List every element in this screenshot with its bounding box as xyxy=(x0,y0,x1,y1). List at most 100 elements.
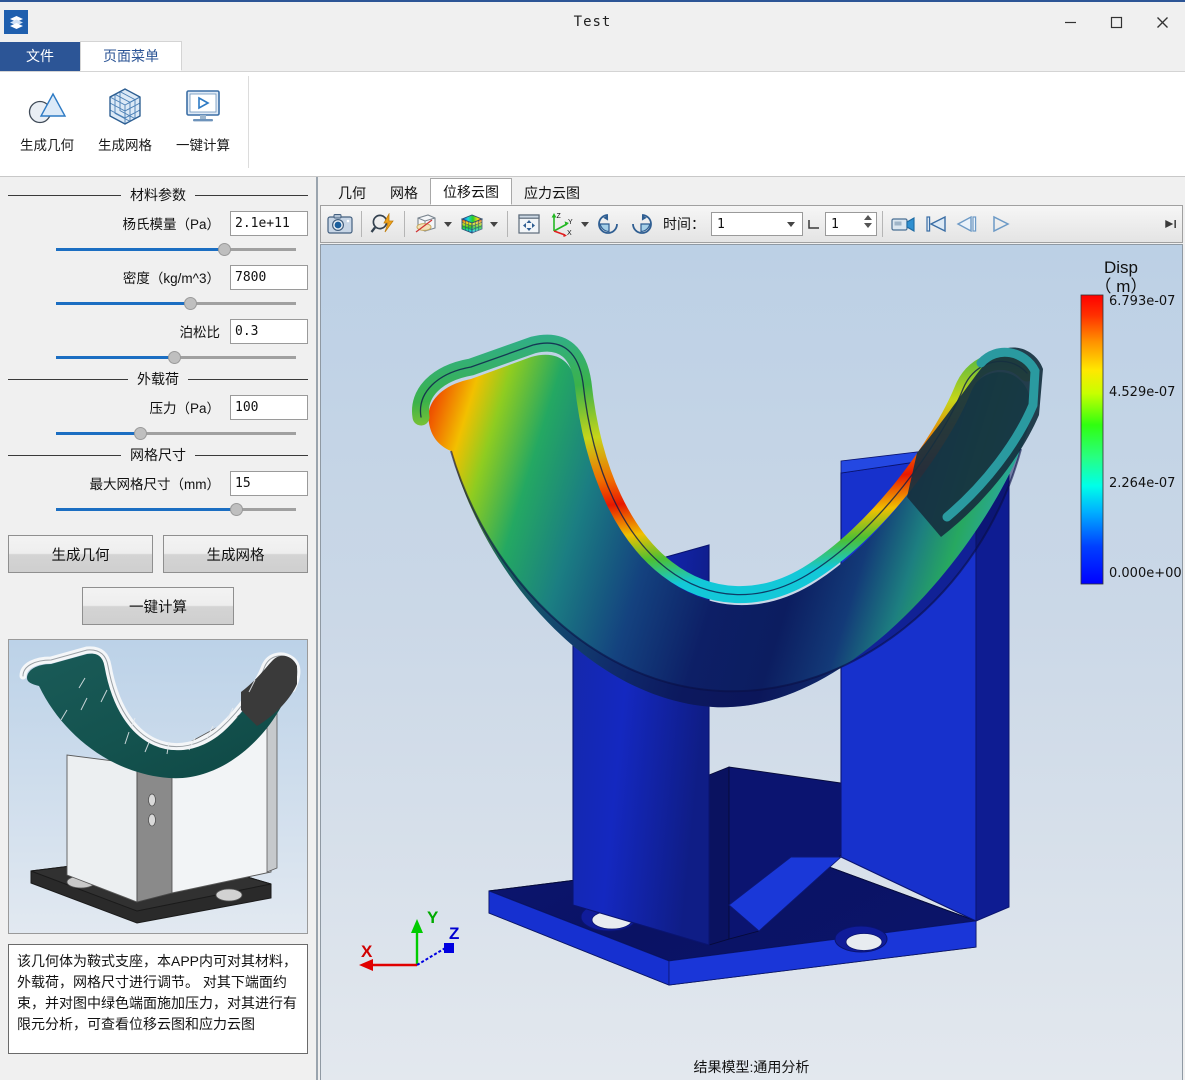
maximize-button[interactable] xyxy=(1093,2,1139,42)
youngs-modulus-input[interactable] xyxy=(230,210,308,236)
ribbon-tab-bar: 文件 页面菜单 xyxy=(0,41,1185,72)
slider-fill xyxy=(56,508,236,511)
time-dropdown[interactable]: 1 xyxy=(711,212,803,236)
toolbar-divider xyxy=(404,211,405,237)
param-max-mesh-size: 最大网格尺寸（mm） xyxy=(8,469,308,497)
spinner-down-icon[interactable] xyxy=(864,223,872,228)
minimize-button[interactable] xyxy=(1047,2,1093,42)
ribbon-generate-mesh[interactable]: 生成网格 xyxy=(86,72,164,172)
application-window: Test 文件 页面菜单 生成几何 生成网格 一键计算 材料参数 杨氏模量（Pa… xyxy=(0,0,1185,1080)
toolbar-divider xyxy=(882,211,883,237)
window-title: Test xyxy=(573,14,612,30)
param-label: 密度（kg/m^3） xyxy=(122,271,220,286)
clip-plane-dropdown-caret[interactable] xyxy=(444,221,452,227)
svg-text:Y: Y xyxy=(568,219,573,226)
colormap-button[interactable] xyxy=(456,208,488,240)
colorbar-max-label: 6.793e-07 xyxy=(1109,294,1176,309)
tab-page-menu[interactable]: 页面菜单 xyxy=(80,41,182,71)
viewport-3d[interactable]: Y X Z Disp （ m） 6.793e-07 4.529e-07 2.26… xyxy=(320,244,1183,1080)
title-bar: Test xyxy=(0,2,1185,42)
slider-handle[interactable] xyxy=(134,427,147,440)
slider-handle[interactable] xyxy=(230,503,243,516)
param-density: 密度（kg/m^3） xyxy=(8,263,308,291)
svg-text:Z: Z xyxy=(449,924,459,943)
group-material-parameters: 材料参数 杨氏模量（Pa） 密度（kg/m^3） xyxy=(8,187,308,365)
density-input[interactable] xyxy=(230,264,308,290)
poisson-ratio-slider[interactable] xyxy=(56,349,296,365)
ribbon-generate-geometry[interactable]: 生成几何 xyxy=(8,72,86,172)
slider-handle[interactable] xyxy=(184,297,198,310)
axes-dropdown-caret[interactable] xyxy=(581,221,589,227)
max-mesh-size-input[interactable] xyxy=(230,470,308,496)
colorbar-midhigh-label: 4.529e-07 xyxy=(1109,385,1176,400)
colormap-dropdown-caret[interactable] xyxy=(490,221,498,227)
fit-to-window-button[interactable] xyxy=(513,208,545,240)
clip-plane-button[interactable] xyxy=(410,208,442,240)
param-label: 最大网格尺寸（mm） xyxy=(89,477,221,492)
result-contour-render: Y X Z xyxy=(359,294,1104,986)
generate-mesh-button[interactable]: 生成网格 xyxy=(163,535,308,573)
param-label: 泊松比 xyxy=(179,325,221,340)
screenshot-button[interactable] xyxy=(324,208,356,240)
record-button[interactable] xyxy=(888,208,920,240)
poisson-ratio-input[interactable] xyxy=(230,318,308,344)
slider-fill xyxy=(56,302,191,305)
tab-displacement-contour[interactable]: 位移云图 xyxy=(430,178,512,205)
spinner-up-icon[interactable] xyxy=(864,215,872,220)
group-header: 外载荷 xyxy=(8,371,308,387)
close-button[interactable] xyxy=(1139,2,1185,42)
main-area: 材料参数 杨氏模量（Pa） 密度（kg/m^3） xyxy=(0,177,1185,1080)
svg-text:X: X xyxy=(361,942,373,961)
param-pressure: 压力（Pa） xyxy=(8,393,308,421)
play-button[interactable] xyxy=(984,208,1016,240)
svg-text:Z: Z xyxy=(557,213,562,220)
group-title: 网格尺寸 xyxy=(130,447,186,463)
skip-to-end-button[interactable] xyxy=(1163,208,1179,240)
svg-text:X: X xyxy=(567,230,572,237)
one-click-compute-button[interactable]: 一键计算 xyxy=(82,587,234,625)
group-title: 外载荷 xyxy=(137,371,179,387)
viewer-tab-bar: 几何 网格 位移云图 应力云图 xyxy=(318,177,1185,205)
step-back-button[interactable] xyxy=(952,208,984,240)
colorbar-midlow-label: 2.264e-07 xyxy=(1109,476,1176,491)
param-poisson-ratio: 泊松比 xyxy=(8,317,308,345)
skip-to-start-button[interactable] xyxy=(920,208,952,240)
axes-triad-button[interactable]: Z Y X xyxy=(545,208,579,240)
group-rule-right xyxy=(195,454,308,456)
toolbar-divider xyxy=(361,211,362,237)
youngs-modulus-slider[interactable] xyxy=(56,241,296,257)
group-rule-left xyxy=(8,194,121,196)
group-rule-left xyxy=(8,454,121,456)
ribbon-one-click-compute[interactable]: 一键计算 xyxy=(164,72,242,172)
spinner-arrows[interactable] xyxy=(864,215,872,228)
max-mesh-size-slider[interactable] xyxy=(56,501,296,517)
tab-stress-contour[interactable]: 应力云图 xyxy=(512,180,592,205)
tab-file[interactable]: 文件 xyxy=(0,41,80,71)
step-spinner[interactable]: 1 xyxy=(825,212,877,236)
chevron-down-icon xyxy=(787,221,795,227)
group-title: 材料参数 xyxy=(130,187,186,203)
density-slider[interactable] xyxy=(56,295,296,311)
pressure-slider[interactable] xyxy=(56,425,296,441)
pressure-input[interactable] xyxy=(230,394,308,420)
ribbon-label: 一键计算 xyxy=(176,138,230,153)
viewport-status-text: 结果模型:通用分析 xyxy=(693,1059,810,1075)
slider-fill xyxy=(56,356,174,359)
tab-mesh[interactable]: 网格 xyxy=(378,180,430,205)
colorbar-title: Disp （ m） xyxy=(1076,258,1166,296)
run-monitor-icon xyxy=(180,80,226,132)
rotate-cw-button[interactable] xyxy=(593,208,625,240)
rotate-ccw-button[interactable] xyxy=(625,208,657,240)
result-viewer: 几何 网格 位移云图 应力云图 Z Y X 时间： 1 1 Y X Z Disp… xyxy=(318,177,1185,1080)
slider-fill xyxy=(56,432,140,435)
zoom-button[interactable] xyxy=(367,208,399,240)
group-header: 材料参数 xyxy=(8,187,308,203)
ribbon-panel: 生成几何 生成网格 一键计算 xyxy=(0,72,1185,177)
window-controls xyxy=(1047,2,1185,42)
slider-handle[interactable] xyxy=(167,351,181,364)
toolbar-divider xyxy=(507,211,508,237)
time-label: 时间： xyxy=(663,217,705,233)
generate-geometry-button[interactable]: 生成几何 xyxy=(8,535,153,573)
tab-geometry[interactable]: 几何 xyxy=(326,180,378,205)
slider-handle[interactable] xyxy=(218,243,231,256)
